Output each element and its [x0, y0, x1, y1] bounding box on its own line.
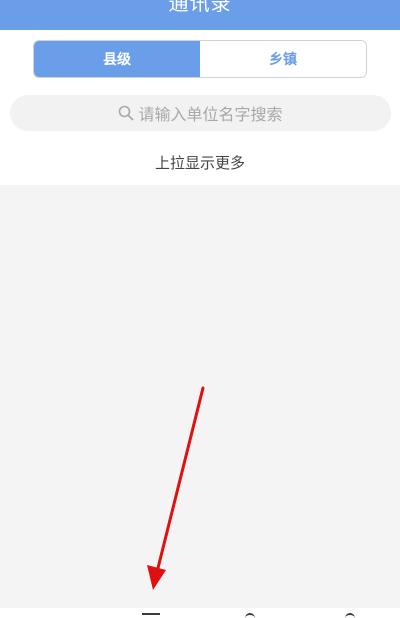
contact-list-area[interactable] [0, 185, 400, 608]
tab-county-level[interactable]: 县级 [34, 41, 200, 77]
tab-bar-icon-3[interactable] [345, 613, 355, 618]
level-segmented-control: 县级 乡镇 [33, 40, 367, 78]
bottom-tab-bar [0, 608, 400, 618]
search-input[interactable]: 请输入单位名字搜索 [10, 95, 391, 131]
search-icon [118, 105, 134, 121]
search-placeholder: 请输入单位名字搜索 [138, 105, 283, 124]
page-title: 通讯录 [168, 0, 232, 15]
tab-bar-icon-1[interactable] [142, 613, 160, 618]
tab-bar-icon-2[interactable] [245, 613, 255, 618]
load-more-hint: 上拉显示更多 [154, 154, 245, 172]
tab-township-level[interactable]: 乡镇 [200, 41, 366, 77]
app-header: 通讯录 [0, 0, 400, 30]
